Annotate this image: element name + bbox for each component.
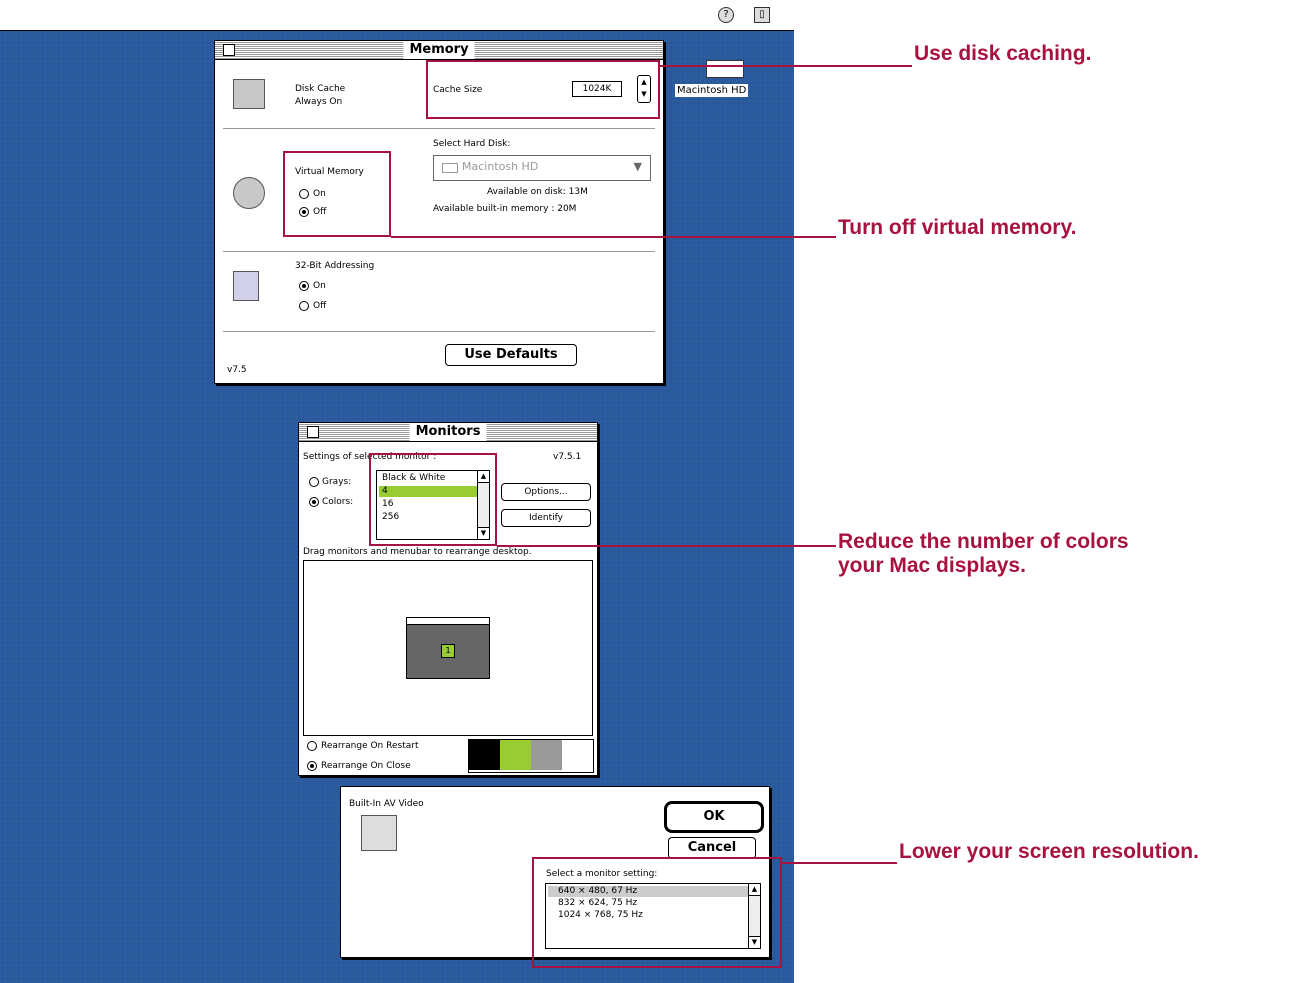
available-memory: Available built-in memory : 20M (433, 204, 577, 214)
color-swatch-strip (468, 739, 594, 773)
options-button[interactable]: Options... (501, 483, 591, 501)
callout-disk: Use disk caching. (914, 42, 1092, 65)
drive-icon (442, 163, 458, 173)
highlight-vm (283, 151, 391, 237)
identify-button[interactable]: Identify (501, 509, 591, 527)
chevron-down-icon: ▼ (633, 160, 642, 173)
rearrange-close-radio[interactable] (307, 761, 317, 771)
addr-off-label: Off (313, 301, 327, 311)
leader-line (497, 545, 836, 547)
monitor-number: 1 (441, 644, 455, 658)
close-box[interactable] (307, 426, 319, 438)
virtual-memory-icon (233, 177, 265, 209)
addr-off-radio[interactable] (299, 301, 309, 311)
swatch-white (562, 740, 593, 770)
highlight-cache (426, 60, 660, 119)
menu-bar: ? ▯ (0, 0, 794, 31)
leader-line (391, 236, 836, 238)
callout-resolution: Lower your screen resolution. (899, 840, 1199, 863)
ok-button[interactable]: OK (664, 801, 764, 833)
help-icon[interactable]: ? (718, 7, 734, 23)
video-name: Built-In AV Video (349, 799, 424, 809)
version-label: v7.5 (227, 365, 247, 375)
addr-on-radio[interactable] (299, 281, 309, 291)
swatch-gray (531, 740, 562, 770)
disk-cache-state: Always On (295, 97, 343, 107)
addressing-icon (233, 271, 259, 301)
callout-colors-line1: Reduce the number of colors (838, 530, 1129, 553)
addr-on-label: On (313, 281, 326, 291)
drag-instructions: Drag monitors and menubar to rearrange d… (303, 547, 532, 557)
leader-line (660, 65, 912, 67)
swatch-green (500, 740, 531, 770)
addressing-label: 32-Bit Addressing (295, 261, 375, 271)
arrangement-area[interactable]: 1 (303, 560, 593, 736)
callout-colors-line2: your Mac displays. (838, 554, 1026, 577)
video-icon (361, 815, 397, 851)
close-box[interactable] (223, 44, 235, 56)
grays-radio[interactable] (309, 477, 319, 487)
select-hard-disk-label: Select Hard Disk: (433, 139, 511, 149)
rearrange-restart-label: Rearrange On Restart (321, 741, 419, 751)
cancel-button[interactable]: Cancel (668, 837, 756, 859)
colors-label: Colors: (322, 497, 354, 507)
memory-titlebar[interactable]: Memory (215, 41, 663, 60)
window-title: Memory (403, 41, 475, 59)
hard-disk-popup-value: Macintosh HD (462, 160, 539, 173)
highlight-resolution (532, 857, 782, 968)
callout-vm: Turn off virtual memory. (838, 216, 1077, 239)
grays-label: Grays: (322, 477, 352, 487)
highlight-colors (369, 453, 497, 546)
hard-disk-popup[interactable]: Macintosh HD ▼ (433, 155, 651, 181)
disk-cache-icon (233, 79, 265, 109)
monitors-titlebar[interactable]: Monitors (299, 423, 597, 442)
swatch-black (469, 740, 500, 770)
disk-cache-label: Disk Cache (295, 84, 346, 94)
monitors-version: v7.5.1 (553, 452, 582, 462)
hard-disk-icon[interactable] (706, 60, 744, 78)
window-title: Monitors (409, 423, 487, 441)
colors-radio[interactable] (309, 497, 319, 507)
leader-line (782, 862, 897, 864)
hard-disk-label[interactable]: Macintosh HD (675, 84, 749, 97)
rearrange-close-label: Rearrange On Close (321, 761, 411, 771)
separator (223, 251, 655, 252)
separator (223, 331, 655, 332)
available-disk: Available on disk: 13M (487, 187, 588, 197)
monitor-icon[interactable]: 1 (406, 617, 490, 679)
use-defaults-button[interactable]: Use Defaults (445, 344, 577, 366)
finder-icon[interactable]: ▯ (754, 7, 770, 23)
separator (223, 128, 655, 129)
rearrange-restart-radio[interactable] (307, 741, 317, 751)
menubar-strip[interactable] (407, 618, 489, 625)
